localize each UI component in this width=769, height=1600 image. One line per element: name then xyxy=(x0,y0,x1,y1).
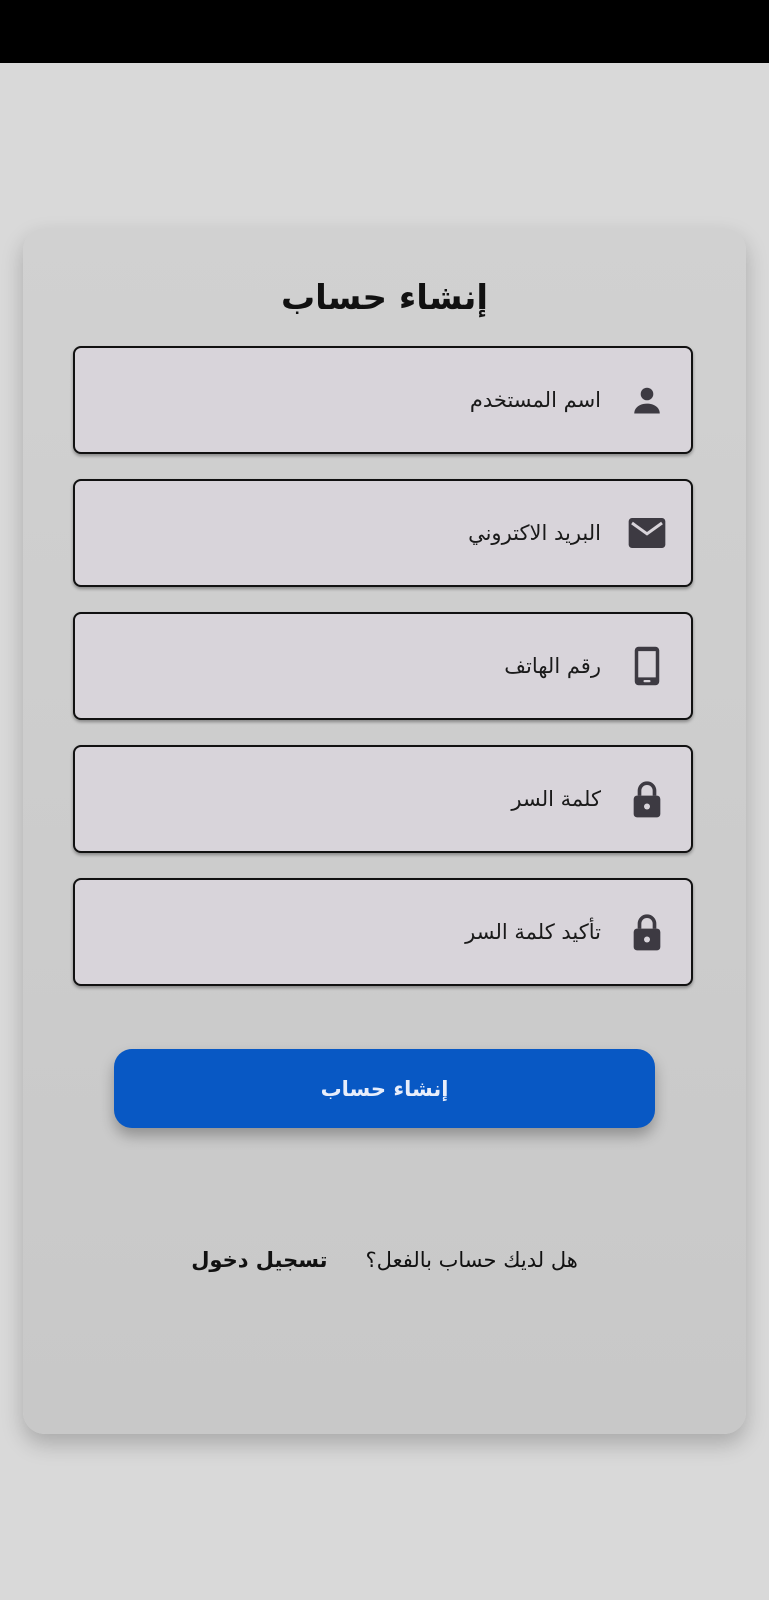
login-prompt-text: هل لديك حساب بالفعل؟ xyxy=(365,1248,578,1272)
username-field[interactable]: اسم المستخدم xyxy=(73,346,693,454)
signup-card: إنشاء حساب اسم المستخدم البريد الاكتروني… xyxy=(23,228,746,1434)
lock-icon xyxy=(627,912,667,952)
phone-field[interactable]: رقم الهاتف xyxy=(73,612,693,720)
login-link[interactable]: تسجيل دخول xyxy=(191,1248,327,1272)
status-bar xyxy=(0,0,769,63)
phone-icon xyxy=(627,646,667,686)
login-prompt-row: هل لديك حساب بالفعل؟ تسجيل دخول xyxy=(23,1248,746,1272)
password-field[interactable]: كلمة السر xyxy=(73,745,693,853)
email-icon xyxy=(627,513,667,553)
confirm-password-field[interactable]: تأكيد كلمة السر xyxy=(73,878,693,986)
username-placeholder: اسم المستخدم xyxy=(469,388,601,412)
password-placeholder: كلمة السر xyxy=(511,787,601,811)
person-icon xyxy=(627,380,667,420)
create-account-button[interactable]: إنشاء حساب xyxy=(114,1049,655,1128)
lock-icon xyxy=(627,779,667,819)
page-title: إنشاء حساب xyxy=(280,278,489,318)
confirm-password-placeholder: تأكيد كلمة السر xyxy=(465,920,601,944)
phone-placeholder: رقم الهاتف xyxy=(504,654,601,678)
email-placeholder: البريد الاكتروني xyxy=(468,521,601,545)
email-field[interactable]: البريد الاكتروني xyxy=(73,479,693,587)
